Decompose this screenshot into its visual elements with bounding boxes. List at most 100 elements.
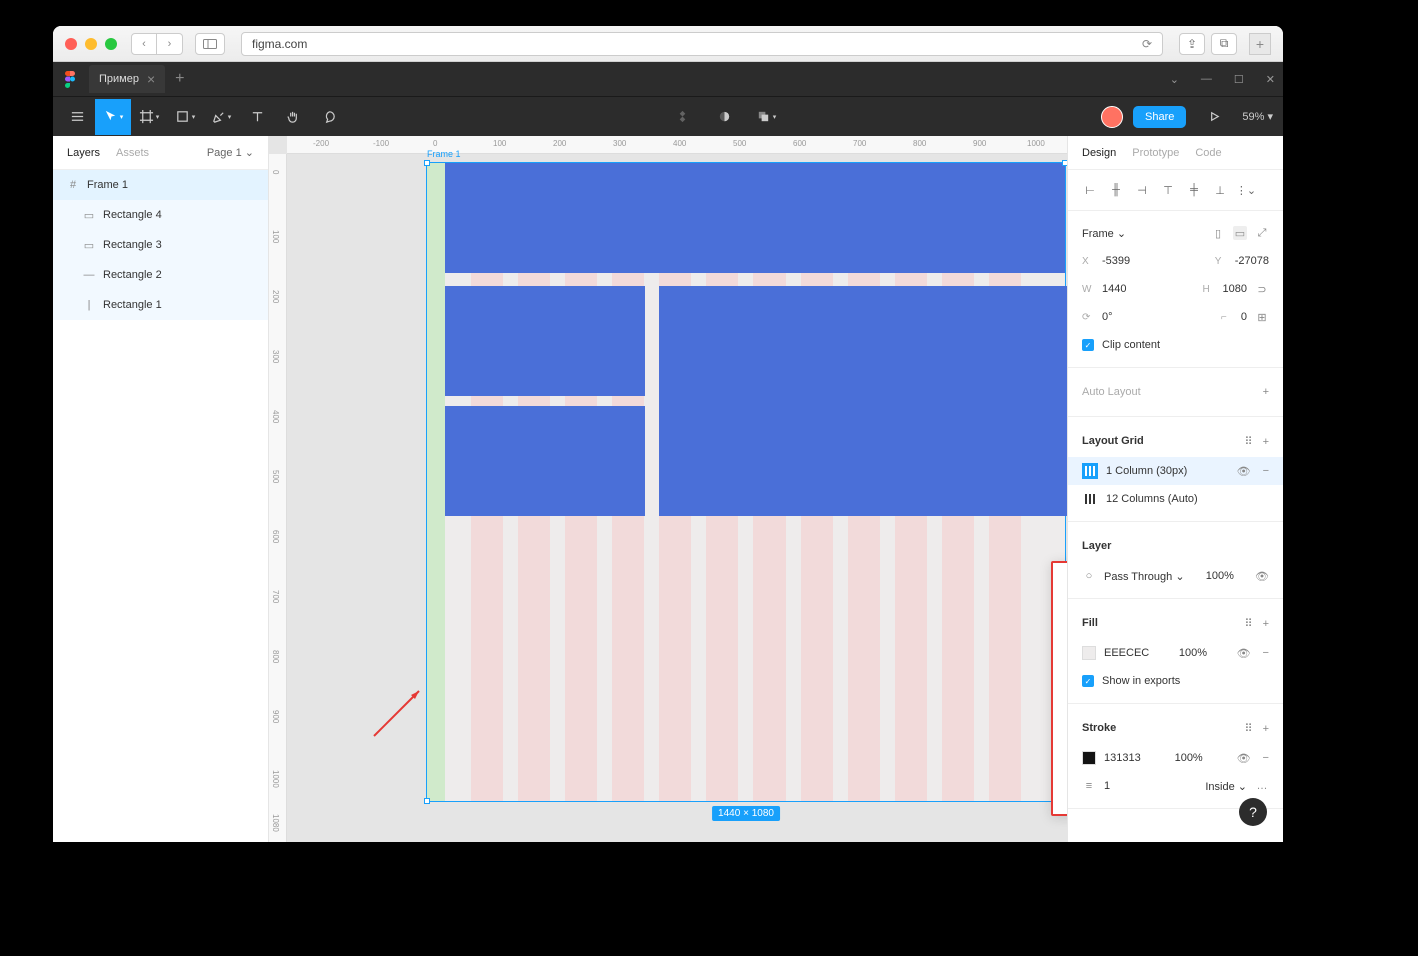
height-field[interactable]: 1080 [1223,283,1247,295]
stroke-hex[interactable]: 131313 [1104,752,1141,764]
visibility-icon[interactable]: 👁 [1237,752,1251,765]
stroke-swatch[interactable] [1082,751,1096,765]
remove-fill-button[interactable]: − [1263,647,1269,659]
remove-grid-button[interactable]: − [1263,465,1269,477]
orientation-landscape-icon[interactable]: ▭ [1233,226,1247,240]
fill-swatch[interactable] [1082,646,1096,660]
pen-tool[interactable]: ▾ [203,99,239,135]
align-bottom-icon[interactable]: ⊥ [1212,182,1228,198]
grid-item-1[interactable]: 1 Column (30px) [1106,465,1187,477]
present-button[interactable] [1196,99,1232,135]
tab-assets[interactable]: Assets [116,147,149,159]
maximize-icon[interactable]: ☐ [1234,73,1244,86]
shape-tool[interactable]: ▾ [167,99,203,135]
user-avatar[interactable] [1101,106,1123,128]
align-top-icon[interactable]: ⊤ [1160,182,1176,198]
page-selector[interactable]: Page 1 ⌄ [207,146,254,159]
tab-layers[interactable]: Layers [67,147,100,159]
minimize-icon[interactable]: — [1201,73,1212,86]
clip-checkbox[interactable]: ✓ [1082,339,1094,351]
rectangle-shape[interactable] [659,286,1067,516]
comment-tool[interactable] [311,99,347,135]
columns-icon[interactable] [1082,463,1098,479]
close-tab-icon[interactable]: × [147,71,155,87]
grid-styles-icon[interactable]: ⠿ [1242,434,1256,448]
independent-corners-icon[interactable]: ⊞ [1255,310,1269,324]
frame-1[interactable]: Frame 1 1440 × 1080 [426,162,1066,802]
visibility-icon[interactable]: 👁 [1237,465,1251,478]
fill-hex[interactable]: EEECEC [1104,647,1149,659]
show-in-exports-checkbox[interactable]: ✓ [1082,675,1094,687]
close-window-button[interactable] [65,38,77,50]
visibility-icon[interactable]: 👁 [1255,570,1269,583]
selection-handle[interactable] [1062,160,1067,166]
help-button[interactable]: ? [1239,798,1267,826]
sidebar-toggle-button[interactable] [195,33,225,55]
columns-icon[interactable] [1082,491,1098,507]
add-tab-button[interactable]: + [175,70,184,88]
reload-icon[interactable]: ⟳ [1142,37,1152,51]
align-left-icon[interactable]: ⊢ [1082,182,1098,198]
tab-design[interactable]: Design [1082,147,1116,159]
add-stroke-button[interactable]: + [1263,723,1269,735]
mask-tool[interactable] [706,99,742,135]
boolean-tool[interactable]: ▾ [748,99,784,135]
add-auto-layout-button[interactable]: + [1263,386,1269,398]
chevron-down-icon[interactable]: ⌄ [1170,73,1179,86]
fill-opacity[interactable]: 100% [1179,647,1207,659]
url-bar[interactable]: figma.com ⟳ [241,32,1163,56]
layer-rectangle-4[interactable]: ▭ Rectangle 4 [53,200,268,230]
constrain-icon[interactable]: ⊃ [1255,282,1269,296]
resize-to-fit-icon[interactable]: ⤢ [1255,226,1269,240]
tab-code[interactable]: Code [1195,147,1221,159]
frame-tool[interactable]: ▾ [131,99,167,135]
stroke-weight[interactable]: 1 [1104,780,1110,792]
file-tab[interactable]: Пример × [89,65,165,93]
canvas[interactable]: -200-100 0100 200300 400500 600700 80090… [269,136,1067,842]
selection-handle[interactable] [424,160,430,166]
add-fill-button[interactable]: + [1263,618,1269,630]
text-tool[interactable] [239,99,275,135]
figma-logo-icon[interactable] [61,70,79,88]
minimize-window-button[interactable] [85,38,97,50]
add-grid-button[interactable]: + [1263,436,1269,448]
rectangle-shape[interactable] [445,406,645,516]
zoom-level[interactable]: 59% ▾ [1242,110,1273,123]
remove-stroke-button[interactable]: − [1263,752,1269,764]
tabs-icon[interactable]: ⧉ [1211,33,1237,55]
maximize-window-button[interactable] [105,38,117,50]
width-field[interactable]: 1440 [1102,283,1126,295]
corner-field[interactable]: 0 [1241,311,1247,323]
forward-button[interactable]: › [157,33,183,55]
tab-prototype[interactable]: Prototype [1132,147,1179,159]
rectangle-shape[interactable] [445,163,1065,273]
align-center-h-icon[interactable]: ╫ [1108,182,1124,198]
close-icon[interactable]: ✕ [1266,73,1275,86]
x-field[interactable]: -5399 [1102,255,1130,267]
new-tab-button[interactable]: + [1249,33,1271,55]
stroke-side-selector[interactable]: Inside ⌄ [1205,780,1247,793]
component-tool[interactable] [664,99,700,135]
rotation-field[interactable]: 0° [1102,311,1113,323]
visibility-icon[interactable]: 👁 [1237,647,1251,660]
y-field[interactable]: -27078 [1235,255,1269,267]
align-right-icon[interactable]: ⊣ [1134,182,1150,198]
layer-opacity[interactable]: 100% [1206,570,1234,582]
hand-tool[interactable] [275,99,311,135]
stroke-advanced-icon[interactable]: … [1255,779,1269,793]
layer-rectangle-1[interactable]: | Rectangle 1 [53,290,268,320]
distribute-icon[interactable]: ⋮⌄ [1238,182,1254,198]
layer-frame-1[interactable]: # Frame 1 [53,170,268,200]
align-center-v-icon[interactable]: ╪ [1186,182,1202,198]
frame-label[interactable]: Frame 1 [427,149,461,159]
orientation-portrait-icon[interactable]: ▯ [1211,226,1225,240]
fill-styles-icon[interactable]: ⠿ [1242,616,1256,630]
stroke-opacity[interactable]: 100% [1175,752,1203,764]
layer-rectangle-3[interactable]: ▭ Rectangle 3 [53,230,268,260]
blend-mode-selector[interactable]: Pass Through ⌄ [1104,570,1185,583]
rectangle-shape[interactable] [445,286,645,396]
share-icon[interactable]: ⇪ [1179,33,1205,55]
menu-button[interactable] [59,99,95,135]
move-tool[interactable]: ▾ [95,99,131,135]
selection-handle[interactable] [424,798,430,804]
